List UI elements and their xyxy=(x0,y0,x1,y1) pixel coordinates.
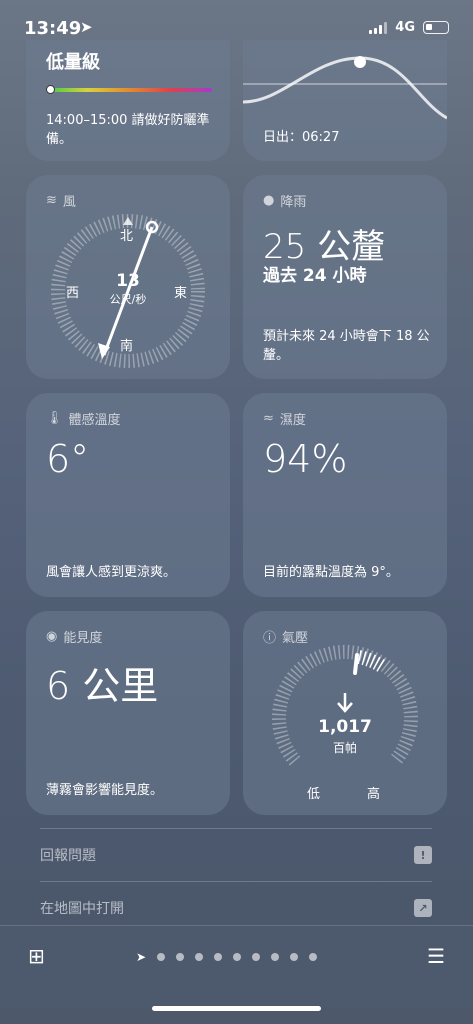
visibility-value: 6 公里 xyxy=(46,664,159,708)
visibility-desc: 薄霧會影響能見度。 xyxy=(46,783,164,798)
sunrise-desc: 日出：06:27 xyxy=(263,130,340,145)
uv-desc: 14:00–15:00 請做好防曬準備。 xyxy=(46,113,210,147)
bottom-links: 回報問題 ! 在地圖中打開 ↗ xyxy=(40,828,432,934)
feels-header: 🌡 體感溫度 xyxy=(46,409,121,428)
battery-icon xyxy=(423,21,449,34)
rain-desc: 預計未來 24 小時會下 18 公釐。 xyxy=(263,329,430,363)
humidity-header: ≈ 濕度 xyxy=(263,409,306,428)
page-dot xyxy=(271,953,280,961)
pressure-unit: 百帕 xyxy=(332,741,357,755)
compass-north: 北 xyxy=(120,229,134,244)
home-indicator xyxy=(152,1006,321,1011)
page-dot xyxy=(252,953,261,961)
map-icon[interactable]: ⊞ xyxy=(28,944,45,968)
page-dot xyxy=(309,953,318,961)
location-dot-icon: ➤ xyxy=(136,950,147,964)
uv-card[interactable]: 低量級 14:00–15:00 請做好防曬準備。 xyxy=(26,40,230,161)
pressure-card[interactable]: ⓘ 氣壓 1,017 百帕 低 高 xyxy=(243,611,447,815)
location-arrow-icon: ➤ xyxy=(80,18,93,36)
report-issue-row[interactable]: 回報問題 ! xyxy=(40,828,432,881)
open-external-icon: ↗ xyxy=(414,899,432,917)
wind-unit: 公尺/秒 xyxy=(109,293,147,306)
list-icon[interactable]: ☰ xyxy=(427,944,445,968)
page-dot xyxy=(214,953,223,961)
status-right: 4G xyxy=(369,20,449,35)
thermometer-icon: 🌡 xyxy=(46,411,63,426)
humidity-desc: 目前的露點溫度為 9°。 xyxy=(263,565,399,580)
pressure-low: 低 xyxy=(307,787,321,802)
uv-scale-bar xyxy=(46,88,212,92)
page-dot xyxy=(176,953,185,961)
page-dot xyxy=(233,953,242,961)
rain-card[interactable]: ● 降雨 25 公釐 過去 24 小時 預計未來 24 小時會下 18 公釐。 xyxy=(243,175,447,379)
page-dot xyxy=(290,953,299,961)
eye-icon: ◉ xyxy=(46,629,58,644)
page-dot xyxy=(157,953,166,961)
wind-card[interactable]: ≋ 風 北 南 西 東 13 公尺/秒 xyxy=(26,175,230,379)
status-time: 13:49 xyxy=(24,18,82,39)
rain-period: 過去 24 小時 xyxy=(263,266,367,286)
feels-title: 體感溫度 xyxy=(68,413,121,428)
raindrop-icon: ● xyxy=(263,193,275,208)
wind-speed: 13 xyxy=(116,271,140,291)
sunrise-card[interactable]: 日出：06:27 xyxy=(243,40,447,161)
pressure-high: 高 xyxy=(367,787,381,802)
report-issue-label: 回報問題 xyxy=(40,848,96,864)
page-dot xyxy=(195,953,204,961)
uv-title: 低量級 xyxy=(46,52,100,73)
compass-south: 南 xyxy=(120,339,134,354)
rain-header: ● 降雨 xyxy=(263,191,306,210)
feels-like-card[interactable]: 🌡 體感溫度 6° 風會讓人感到更涼爽。 xyxy=(26,393,230,597)
feels-value: 6° xyxy=(46,437,90,481)
humidity-value: 94% xyxy=(263,437,348,481)
pressure-gauge xyxy=(272,645,418,766)
humidity-title: 濕度 xyxy=(279,413,306,428)
open-map-label: 在地圖中打開 xyxy=(40,901,124,917)
rain-title: 降雨 xyxy=(280,195,307,210)
visibility-title: 能見度 xyxy=(63,631,103,646)
visibility-card[interactable]: ◉ 能見度 6 公里 薄霧會影響能見度。 xyxy=(26,611,230,815)
signal-icon xyxy=(369,21,388,34)
feels-desc: 風會讓人感到更涼爽。 xyxy=(46,565,177,580)
pressure-value: 1,017 xyxy=(318,717,372,737)
report-icon: ! xyxy=(414,846,432,864)
network-label: 4G xyxy=(395,20,415,35)
sun-path-chart xyxy=(243,56,447,120)
humidity-card[interactable]: ≈ 濕度 94% 目前的露點溫度為 9°。 xyxy=(243,393,447,597)
visibility-header: ◉ 能見度 xyxy=(46,627,102,646)
humidity-icon: ≈ xyxy=(263,411,274,426)
uv-indicator xyxy=(46,85,55,94)
page-dots[interactable]: ➤ xyxy=(136,950,318,964)
